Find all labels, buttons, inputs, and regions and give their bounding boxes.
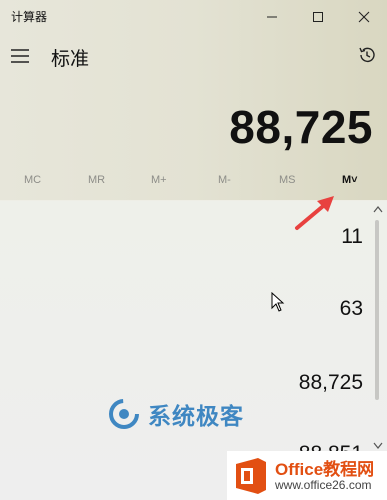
- watermark-site2-title: Office教程网: [275, 460, 375, 479]
- mode-title: 标准: [51, 48, 90, 70]
- scroll-up-icon[interactable]: [373, 205, 383, 213]
- minimize-icon: [267, 16, 277, 18]
- minimize-button[interactable]: [249, 0, 295, 34]
- memory-store-button[interactable]: MS: [279, 174, 296, 186]
- memory-list-button[interactable]: M˅: [342, 174, 358, 186]
- scroll-thumb[interactable]: [375, 220, 379, 400]
- mouse-cursor-icon: [271, 292, 285, 312]
- hamburger-menu-icon[interactable]: [11, 48, 29, 64]
- maximize-button[interactable]: [295, 0, 341, 34]
- annotation-arrow-icon: [295, 196, 334, 230]
- watermark-site1: 系统极客: [108, 398, 244, 430]
- close-button[interactable]: [341, 0, 387, 34]
- result-display: 88,725: [229, 101, 373, 153]
- office-logo-icon: [236, 457, 266, 494]
- maximize-icon: [313, 12, 323, 22]
- memory-add-button[interactable]: M+: [151, 174, 167, 186]
- memory-subtract-button[interactable]: M-: [218, 174, 231, 186]
- memory-recall-button[interactable]: MR: [88, 174, 105, 186]
- history-icon[interactable]: [357, 45, 377, 65]
- scroll-down-icon[interactable]: [373, 442, 383, 450]
- site1-logo-icon: [109, 399, 139, 429]
- title-bar: 计算器: [0, 0, 387, 34]
- memory-item[interactable]: 88,725: [299, 371, 363, 395]
- memory-item[interactable]: 11: [341, 225, 363, 249]
- memory-clear-button[interactable]: MC: [24, 174, 41, 186]
- memory-item[interactable]: 63: [340, 297, 363, 321]
- watermark-site2: Office教程网 www.office26.com: [227, 451, 387, 500]
- close-icon: [358, 11, 370, 23]
- watermark-site1-text: 系统极客: [148, 404, 244, 430]
- watermark-site2-url: www.office26.com: [275, 478, 372, 492]
- app-title: 计算器: [11, 10, 48, 24]
